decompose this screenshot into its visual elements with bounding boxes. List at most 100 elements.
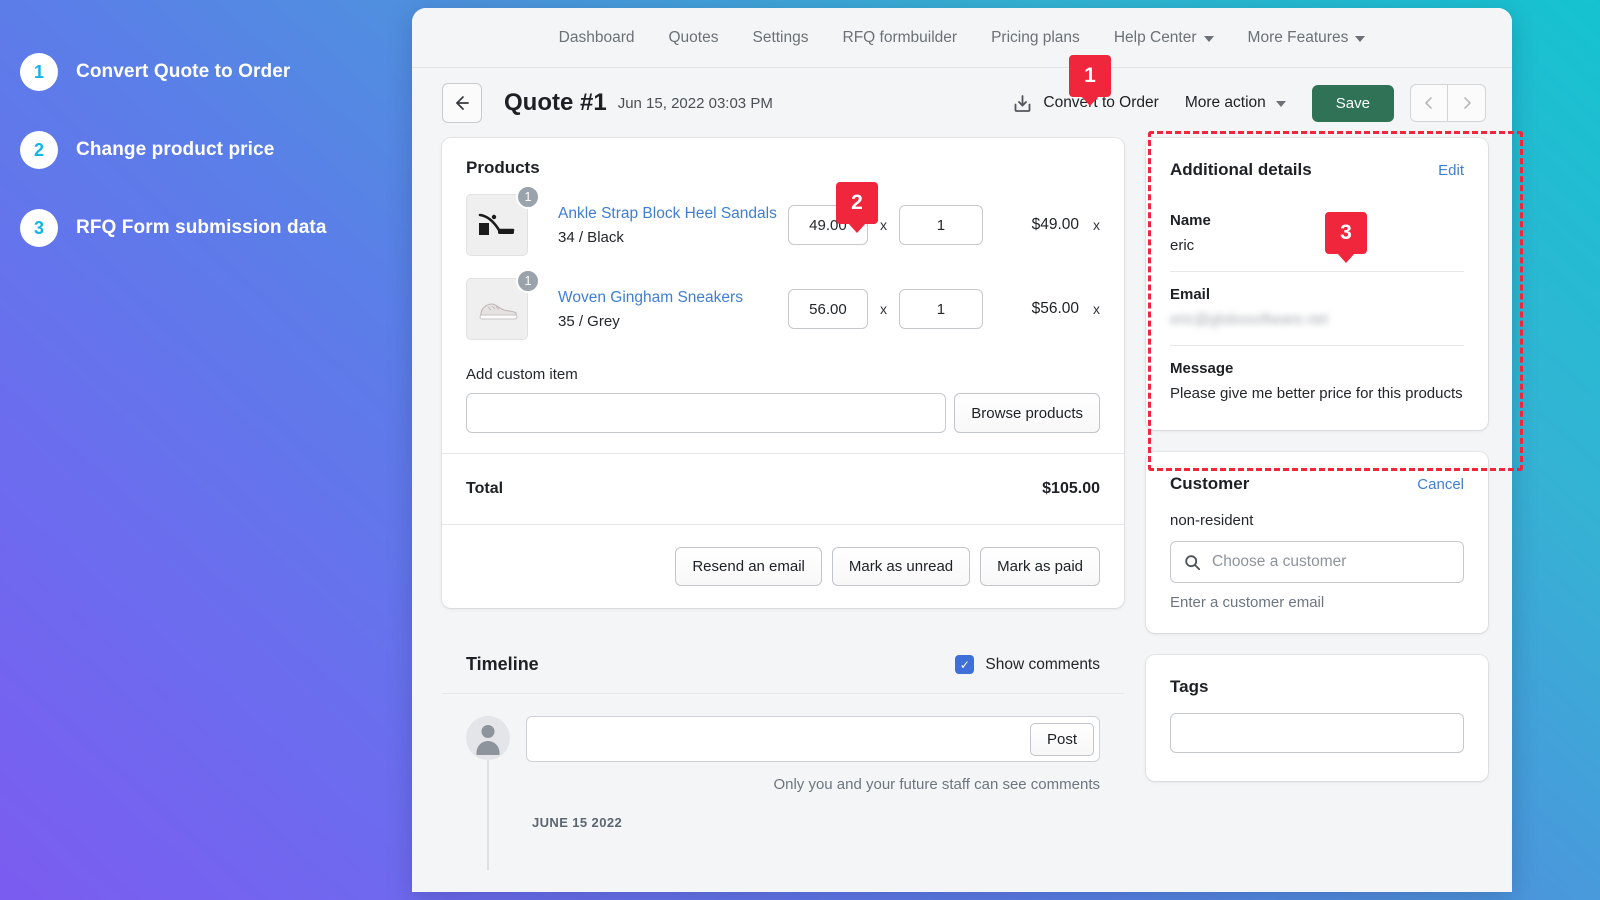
step-number-badge: 1 (20, 53, 58, 91)
customer-header: Customer Cancel (1170, 474, 1464, 494)
additional-details-card: Additional details Edit Name eric Email … (1146, 138, 1488, 430)
timeline-section: Timeline ✓ Show comments Post (442, 630, 1124, 830)
custom-item-input[interactable] (466, 393, 946, 433)
step-label: Convert Quote to Order (76, 61, 290, 83)
nav-item-more-features[interactable]: More Features (1231, 8, 1383, 67)
nav-item-quotes[interactable]: Quotes (652, 8, 736, 67)
resend-email-button[interactable]: Resend an email (675, 547, 822, 586)
additional-details-title: Additional details (1170, 160, 1312, 180)
product-thumbnail-wrap: 1 (466, 278, 532, 340)
step-item-1: 1 Convert Quote to Order (20, 48, 412, 96)
top-navigation-bar: Dashboard Quotes Settings RFQ formbuilde… (412, 8, 1512, 68)
tags-input[interactable] (1170, 713, 1464, 753)
step-label: RFQ Form submission data (76, 217, 327, 239)
mark-as-unread-button[interactable]: Mark as unread (832, 547, 970, 586)
quote-timestamp: Jun 15, 2022 03:03 PM (618, 95, 773, 112)
chevron-right-icon (1460, 96, 1474, 110)
product-quantity-input[interactable] (899, 289, 983, 329)
product-name-link[interactable]: Ankle Strap Block Heel Sandals (558, 204, 788, 225)
product-quantity-input[interactable] (899, 205, 983, 245)
nav-label: Settings (752, 29, 808, 47)
step-item-2: 2 Change product price (20, 126, 412, 174)
total-value: $105.00 (1042, 480, 1100, 498)
total-label: Total (466, 480, 503, 498)
step-item-3: 3 RFQ Form submission data (20, 204, 412, 252)
search-icon (1184, 554, 1201, 571)
customer-search-placeholder: Choose a customer (1212, 553, 1346, 571)
product-name-link[interactable]: Woven Gingham Sneakers (558, 288, 788, 309)
product-line-total: $56.00 (1011, 300, 1079, 318)
show-comments-label: Show comments (985, 656, 1100, 674)
post-comment-button[interactable]: Post (1030, 723, 1094, 756)
main-column: Products 1 (442, 138, 1124, 830)
product-info: Ankle Strap Block Heel Sandals 34 / Blac… (558, 204, 788, 246)
product-quantity-badge: 1 (516, 185, 540, 209)
annotation-badge-2: 2 (836, 182, 878, 224)
import-to-box-icon (1012, 93, 1033, 114)
show-comments-toggle[interactable]: ✓ Show comments (955, 655, 1100, 674)
comment-input-box[interactable]: Post (526, 716, 1100, 762)
product-row: 1 Woven Gingham Sneakers 35 / Grey x $56… (466, 278, 1100, 340)
product-line-total: $49.00 (1011, 216, 1079, 234)
products-section: Products 1 (442, 138, 1124, 453)
mark-as-paid-button[interactable]: Mark as paid (980, 547, 1100, 586)
step-number-badge: 2 (20, 131, 58, 169)
detail-label: Message (1170, 360, 1464, 377)
detail-value: Please give me better price for this pro… (1170, 383, 1464, 405)
browse-products-button[interactable]: Browse products (954, 393, 1100, 433)
high-heel-sandal-icon (474, 205, 520, 245)
nav-item-help-center[interactable]: Help Center (1097, 8, 1231, 67)
detail-value: eric (1170, 235, 1464, 257)
detail-field-email: Email eric@globosoftware.net (1170, 272, 1464, 346)
chevron-down-icon (1204, 36, 1214, 42)
nav-label: Quotes (669, 29, 719, 47)
more-action-dropdown[interactable]: More action (1185, 94, 1312, 112)
detail-field-name: Name eric (1170, 198, 1464, 272)
multiply-symbol: x (880, 217, 887, 233)
cancel-customer-link[interactable]: Cancel (1417, 476, 1464, 493)
nav-item-dashboard[interactable]: Dashboard (542, 8, 652, 67)
timeline-header: Timeline ✓ Show comments (442, 630, 1124, 693)
timeline-date-group: JUNE 15 2022 (532, 815, 1100, 830)
timeline-title: Timeline (466, 654, 539, 675)
remove-product-button[interactable]: x (1093, 217, 1100, 233)
chevron-left-icon (1422, 96, 1436, 110)
chevron-down-icon (1276, 101, 1286, 107)
tags-card: Tags (1146, 655, 1488, 781)
steps-panel: 1 Convert Quote to Order 2 Change produc… (0, 0, 412, 900)
product-thumbnail-wrap: 1 (466, 194, 532, 256)
add-custom-item-label: Add custom item (466, 366, 1100, 383)
previous-quote-button[interactable] (1410, 84, 1448, 122)
product-info: Woven Gingham Sneakers 35 / Grey (558, 288, 788, 330)
nav-label: Pricing plans (991, 29, 1080, 47)
back-button[interactable] (442, 83, 482, 123)
customer-email-hint: Enter a customer email (1170, 594, 1464, 611)
next-quote-button[interactable] (1448, 84, 1486, 122)
quote-actions: Resend an email Mark as unread Mark as p… (442, 525, 1124, 608)
app-window: Dashboard Quotes Settings RFQ formbuilde… (412, 8, 1512, 892)
product-price-input[interactable] (788, 289, 868, 329)
step-label: Change product price (76, 139, 274, 161)
side-column: Additional details Edit Name eric Email … (1146, 138, 1488, 803)
redacted-email: eric@globosoftware.net (1170, 309, 1328, 331)
show-comments-checkbox[interactable]: ✓ (955, 655, 974, 674)
avatar (466, 716, 510, 760)
step-number-badge: 3 (20, 209, 58, 247)
nav-label: More Features (1248, 29, 1349, 47)
edit-additional-details-link[interactable]: Edit (1438, 162, 1464, 179)
product-variant: 35 / Grey (558, 313, 788, 330)
sneaker-icon (473, 296, 521, 322)
nav-item-rfq-formbuilder[interactable]: RFQ formbuilder (826, 8, 975, 67)
save-button[interactable]: Save (1312, 85, 1394, 122)
customer-card: Customer Cancel non-resident Choose a cu… (1146, 452, 1488, 633)
tags-title: Tags (1170, 677, 1208, 696)
multiply-symbol: x (880, 301, 887, 317)
remove-product-button[interactable]: x (1093, 301, 1100, 317)
customer-search-input[interactable]: Choose a customer (1170, 541, 1464, 583)
product-quantity-badge: 1 (516, 269, 540, 293)
comment-row: Post (466, 716, 1100, 762)
annotation-badge-3: 3 (1325, 212, 1367, 254)
nav-item-settings[interactable]: Settings (735, 8, 825, 67)
customer-title: Customer (1170, 474, 1249, 494)
annotation-badge-1: 1 (1069, 55, 1111, 97)
